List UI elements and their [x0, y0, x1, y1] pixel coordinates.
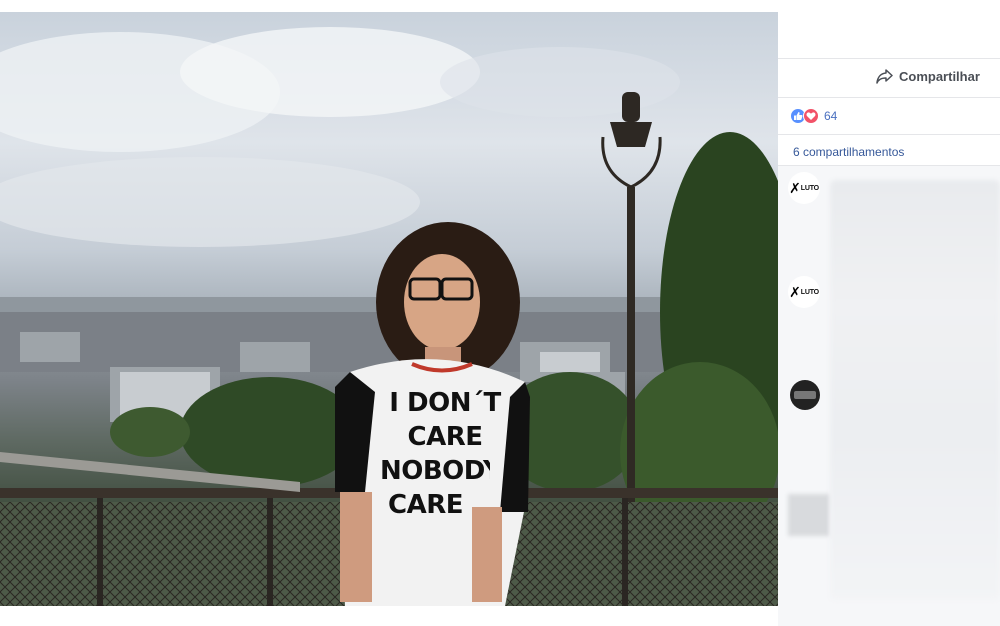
post-side-panel: Compartilhar 64 6 compartilhamentos ✗ LU…	[778, 0, 1000, 626]
post-photo[interactable]: I DON´T CARE NOBODY CARE	[0, 12, 778, 606]
black-ribbon-icon: ✗	[789, 284, 801, 300]
reactions-summary[interactable]: 64	[790, 108, 837, 124]
profile-photo-icon	[794, 391, 816, 399]
shares-row: 6 compartilhamentos	[778, 134, 1000, 166]
comment-avatar[interactable]	[790, 380, 820, 410]
comment-avatar[interactable]: ✗ LUTO	[788, 172, 820, 204]
love-reaction-icon	[803, 108, 819, 124]
share-arrow-icon	[876, 69, 893, 84]
shirt-line: NOBODY	[380, 456, 490, 486]
blurred-thumbnail	[788, 494, 830, 536]
avatar-text: LUTO	[800, 288, 819, 296]
shirt-line: CARE	[388, 490, 463, 520]
share-button[interactable]: Compartilhar	[876, 69, 980, 84]
share-label: Compartilhar	[899, 69, 980, 84]
shirt-line: I DON´T	[389, 388, 501, 418]
shirt-text: I DON´T CARE NOBODY CARE	[380, 386, 510, 522]
comment-avatar[interactable]: ✗ LUTO	[788, 276, 820, 308]
avatar-text: LUTO	[800, 184, 819, 192]
black-ribbon-icon: ✗	[789, 180, 801, 196]
comments-area: ✗ LUTO ✗ LUTO	[778, 166, 1000, 626]
blurred-comments	[830, 180, 1000, 600]
shirt-line: CARE	[407, 422, 483, 452]
reaction-count: 64	[824, 109, 838, 123]
share-row: Compartilhar	[778, 58, 1000, 98]
shares-count-link[interactable]: 6 compartilhamentos	[793, 145, 904, 159]
